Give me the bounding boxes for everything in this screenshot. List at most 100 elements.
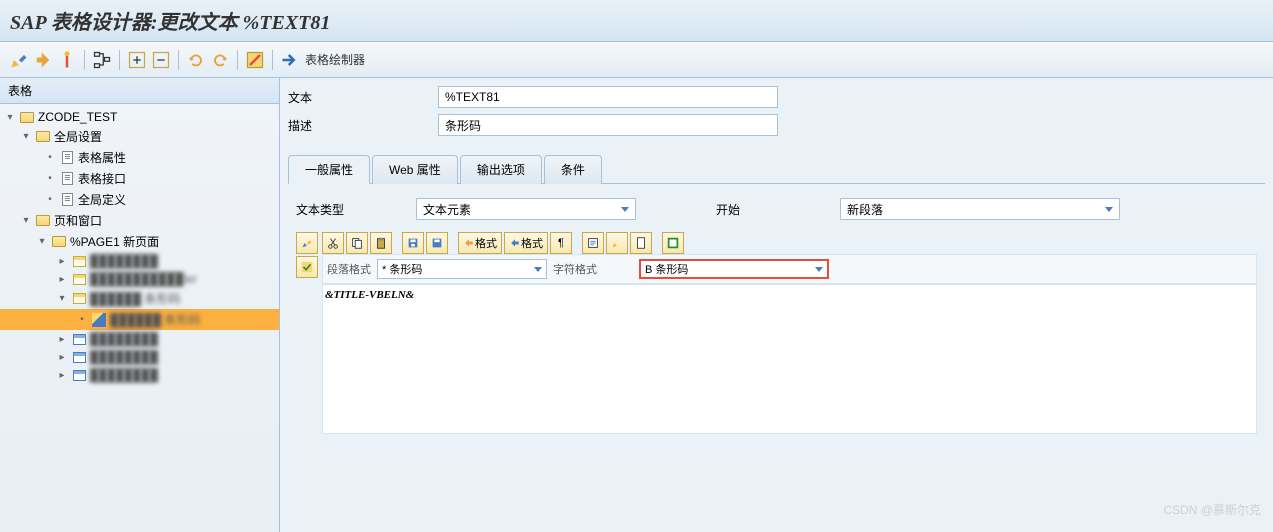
text-input[interactable] xyxy=(438,86,778,108)
tree-item[interactable]: ▸ ████████ xyxy=(0,330,279,348)
tree-icon[interactable] xyxy=(91,49,113,71)
save2-icon[interactable] xyxy=(426,232,448,254)
editor-toolbar: 格式 格式 ¶ xyxy=(322,232,1257,254)
save-icon[interactable] xyxy=(402,232,424,254)
chevron-down-icon xyxy=(815,267,823,272)
paragraph-icon[interactable]: ¶ xyxy=(550,232,572,254)
tree-item-selected[interactable]: •██████ 条形码 xyxy=(0,309,279,330)
painter-arrow-icon[interactable] xyxy=(279,49,301,71)
text-field-row: 文本 xyxy=(288,86,1265,108)
tree-pages[interactable]: ▾ 页和窗口 xyxy=(0,210,279,231)
toggle-icon[interactable]: ▾ xyxy=(20,215,32,226)
tree-label: ██████ 条形码 xyxy=(90,290,180,307)
toggle-icon[interactable]: ▸ xyxy=(56,256,68,267)
toggle-icon[interactable]: ▸ xyxy=(56,274,68,285)
paste-icon[interactable] xyxy=(370,232,392,254)
edit-side-icon[interactable] xyxy=(296,232,318,254)
toggle-icon[interactable]: ▾ xyxy=(4,112,16,123)
editor-area[interactable]: &TITLE-VBELN& xyxy=(322,284,1257,434)
tree-label: 页和窗口 xyxy=(54,212,102,229)
tab-web[interactable]: Web 属性 xyxy=(372,155,458,184)
copy-icon[interactable] xyxy=(346,232,368,254)
para-format-select[interactable]: * 条形码 xyxy=(377,259,547,279)
tree-item[interactable]: • 表格属性 xyxy=(0,147,279,168)
separator xyxy=(84,50,85,70)
toggle-icon[interactable]: ▾ xyxy=(56,293,68,304)
start-label: 开始 xyxy=(716,201,740,218)
page-title: SAP 表格设计器:更改文本 %TEXT81 xyxy=(10,6,1263,35)
text-type-select[interactable]: 文本元素 xyxy=(416,198,636,220)
format1-label: 格式 xyxy=(475,235,497,251)
settings-icon[interactable] xyxy=(244,49,266,71)
fullscreen-icon[interactable] xyxy=(662,232,684,254)
window-icon xyxy=(71,332,87,346)
tree-label: 表格属性 xyxy=(78,149,126,166)
tab-conditions[interactable]: 条件 xyxy=(544,155,602,184)
cut-icon[interactable] xyxy=(322,232,344,254)
folder-open-icon xyxy=(19,110,35,124)
tree-global[interactable]: ▾ 全局设置 xyxy=(0,126,279,147)
activate-icon[interactable] xyxy=(32,49,54,71)
undo-icon[interactable] xyxy=(185,49,207,71)
tree-label: ████████ xyxy=(90,254,158,268)
window-icon xyxy=(71,368,87,382)
format1-button[interactable]: 格式 xyxy=(458,232,502,254)
painter-label[interactable]: 表格绘制器 xyxy=(305,51,365,68)
tree-item[interactable]: ▸████████ xyxy=(0,348,279,366)
toggle-icon[interactable]: ▸ xyxy=(56,334,68,345)
main-toolbar: 表格绘制器 xyxy=(0,42,1273,78)
page-icon[interactable] xyxy=(630,232,652,254)
pencil-icon xyxy=(91,313,107,327)
tree-item[interactable]: • 表格接口 xyxy=(0,168,279,189)
bullet-icon: • xyxy=(44,194,56,205)
tree-item[interactable]: ▾ ██████ 条形码 xyxy=(0,288,279,309)
check-side-icon[interactable] xyxy=(296,256,318,278)
desc-input[interactable] xyxy=(438,114,778,136)
flag-icon[interactable] xyxy=(56,49,78,71)
desc-field-row: 描述 xyxy=(288,114,1265,136)
tree-root[interactable]: ▾ ZCODE_TEST xyxy=(0,108,279,126)
toggle-icon[interactable]: ▾ xyxy=(36,236,48,247)
tree-panel: 表格 ▾ ZCODE_TEST ▾ 全局设置 • 表格属性 • 表格接口 xyxy=(0,78,280,532)
tree-page1[interactable]: ▾ %PAGE1 新页面 xyxy=(0,231,279,252)
text-type-label: 文本类型 xyxy=(296,201,396,218)
tab-strip: 一般属性 Web 属性 输出选项 条件 xyxy=(288,154,1265,184)
toggle-icon[interactable]: ▸ xyxy=(56,352,68,363)
start-select[interactable]: 新段落 xyxy=(840,198,1120,220)
separator xyxy=(237,50,238,70)
tree-body[interactable]: ▾ ZCODE_TEST ▾ 全局设置 • 表格属性 • 表格接口 • xyxy=(0,104,279,532)
tree-label: ZCODE_TEST xyxy=(38,110,117,124)
text-label: 文本 xyxy=(288,89,438,106)
folder-open-icon xyxy=(51,235,67,249)
tree-item[interactable]: ▸████████ xyxy=(0,366,279,384)
tab-output[interactable]: 输出选项 xyxy=(460,155,542,184)
start-value: 新段落 xyxy=(847,201,883,218)
toggle-icon[interactable]: ▸ xyxy=(56,370,68,381)
sub-toolbar: 段落格式 * 条形码 字符格式 B 条形码 xyxy=(322,254,1257,284)
tree-label: %PAGE1 新页面 xyxy=(70,233,159,250)
title-bar: SAP 表格设计器:更改文本 %TEXT81 xyxy=(0,0,1273,42)
watermark: CSDN @慕斯尔克 xyxy=(1163,501,1261,518)
edit2-icon[interactable] xyxy=(606,232,628,254)
tree-header: 表格 xyxy=(0,78,279,104)
tab-general[interactable]: 一般属性 xyxy=(288,155,370,184)
tree-item[interactable]: • 全局定义 xyxy=(0,189,279,210)
tree-label: ████████ xyxy=(90,332,158,346)
redo-icon[interactable] xyxy=(209,49,231,71)
main-area: 表格 ▾ ZCODE_TEST ▾ 全局设置 • 表格属性 • 表格接口 xyxy=(0,78,1273,532)
tree-label: ███████████ler xyxy=(90,272,197,286)
tree-item[interactable]: ▸ ███████████ler xyxy=(0,270,279,288)
expand-icon[interactable] xyxy=(126,49,148,71)
separator xyxy=(119,50,120,70)
char-format-select[interactable]: B 条形码 xyxy=(639,259,829,279)
tree-item[interactable]: ▸ ████████ xyxy=(0,252,279,270)
window-icon xyxy=(71,272,87,286)
format2-button[interactable]: 格式 xyxy=(504,232,548,254)
insert-icon[interactable] xyxy=(582,232,604,254)
toggle-icon[interactable]: ▾ xyxy=(20,131,32,142)
collapse-icon[interactable] xyxy=(150,49,172,71)
window-icon xyxy=(71,292,87,306)
separator xyxy=(272,50,273,70)
pencil-wand-icon[interactable] xyxy=(8,49,30,71)
content-area: 文本 描述 一般属性 Web 属性 输出选项 条件 文本类型 文本元素 开始 xyxy=(280,78,1273,532)
